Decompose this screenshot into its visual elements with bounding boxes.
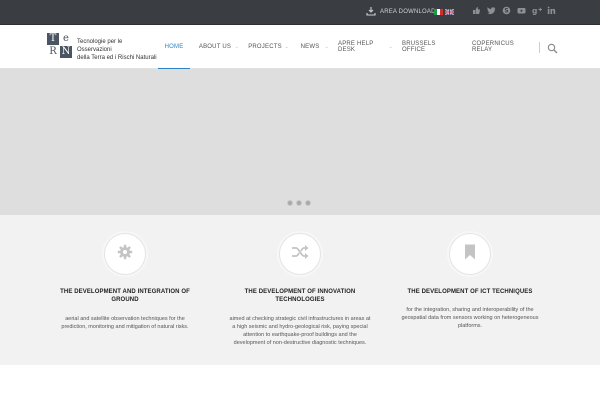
feature-title-line: TECHNOLOGIES bbox=[275, 297, 325, 303]
chevron-down-icon: ⌄ bbox=[284, 44, 289, 50]
feature-title-line: THE DEVELOPMENT OF ICT TECHNIQUES bbox=[407, 289, 533, 295]
feature-description: aerial and satellite observation techniq… bbox=[45, 315, 205, 331]
feature-title-line: THE DEVELOPMENT OF INNOVATION bbox=[244, 289, 356, 295]
language-switcher bbox=[434, 9, 454, 15]
nav-divider bbox=[539, 42, 540, 53]
area-download-label: AREA DOWNLOAD bbox=[380, 9, 436, 15]
nav-news[interactable]: NEWS ⌄ bbox=[290, 25, 330, 69]
nav-label: APRE HELP DESK bbox=[338, 41, 374, 53]
english-flag-icon[interactable] bbox=[445, 9, 454, 15]
slider-dot[interactable] bbox=[287, 200, 293, 206]
feature-desc-line: development of non-destructive diagnosti… bbox=[233, 340, 367, 346]
site-header: T e R N Tecnologie per le Osservazioni d… bbox=[0, 25, 600, 70]
feature-description: aimed at checking strategic civil infras… bbox=[220, 315, 380, 347]
feature-desc-line: a high seismic and hydro-geological risk… bbox=[232, 324, 368, 330]
nav-label: PROJECTS bbox=[248, 44, 282, 50]
bookmark-icon bbox=[464, 244, 476, 265]
feature-title: THE DEVELOPMENT OF INNOVATION TECHNOLOGI… bbox=[220, 288, 380, 304]
nav-projects[interactable]: PROJECTS ⌄ bbox=[240, 25, 290, 69]
download-icon bbox=[366, 3, 376, 21]
nav-home[interactable]: HOME bbox=[158, 25, 190, 70]
top-bar: AREA DOWNLOAD S g bbox=[0, 0, 600, 25]
slider-dot[interactable] bbox=[305, 200, 311, 206]
area-download-link[interactable]: AREA DOWNLOAD bbox=[366, 5, 436, 19]
nav-about-us[interactable]: ABOUT US ⌄ bbox=[190, 25, 240, 69]
feature-title: THE DEVELOPMENT AND INTEGRATION OF GROUN… bbox=[45, 288, 205, 304]
thumbs-up-icon[interactable] bbox=[472, 6, 481, 15]
gear-icon bbox=[117, 244, 133, 265]
nav-apre-help-desk[interactable]: APRE HELP DESK ⌄ bbox=[330, 25, 394, 69]
page-bottom bbox=[0, 365, 600, 400]
linkedin-icon[interactable] bbox=[547, 6, 556, 15]
twitter-icon[interactable] bbox=[487, 6, 496, 15]
tagline-line: Tecnologie per le Osservazioni bbox=[77, 39, 123, 53]
feature-desc-line: geospatial data from sensors working on … bbox=[401, 315, 539, 321]
hero-slider bbox=[0, 69, 600, 215]
search-icon[interactable] bbox=[547, 41, 558, 54]
nav-label: NEWS bbox=[300, 44, 320, 50]
feature-description: for the integration, sharing and interop… bbox=[390, 306, 550, 330]
feature-icon-circle bbox=[449, 233, 491, 275]
site-logo[interactable]: T e R N bbox=[47, 33, 73, 59]
logo-letter: e bbox=[60, 33, 72, 45]
slider-dot[interactable] bbox=[296, 200, 302, 206]
logo-letter: T bbox=[47, 33, 59, 45]
nav-label: HOME bbox=[164, 44, 184, 50]
feature-desc-line: aimed at checking strategic civil infras… bbox=[229, 316, 371, 322]
nav-label: ABOUT US bbox=[198, 44, 232, 50]
slider-pagination bbox=[287, 200, 311, 206]
nav-copernicus-relay[interactable]: COPERNICUS RELAY bbox=[464, 25, 536, 69]
svg-text:S: S bbox=[504, 8, 508, 15]
feature-desc-line: prediction, monitoring and mitigation of… bbox=[61, 324, 189, 330]
feature-icon-circle bbox=[279, 233, 321, 275]
italian-flag-icon[interactable] bbox=[434, 9, 443, 15]
nav-label: BRUSSELS OFFICE bbox=[402, 41, 436, 53]
feature-title-line: THE DEVELOPMENT AND INTEGRATION OF bbox=[60, 289, 190, 295]
main-nav: HOME ABOUT US ⌄ PROJECTS ⌄ NEWS ⌄ APRE H… bbox=[158, 25, 536, 70]
chevron-down-icon: ⌄ bbox=[234, 44, 239, 50]
chevron-down-icon: ⌄ bbox=[388, 44, 393, 50]
google-plus-icon[interactable]: g bbox=[532, 6, 542, 16]
feature-title-line: GROUND bbox=[111, 297, 139, 303]
feature-desc-line: platforms. bbox=[457, 323, 483, 329]
logo-letter: R bbox=[47, 46, 59, 58]
youtube-icon[interactable] bbox=[517, 6, 526, 15]
feature-desc-line: for the integration, sharing and interop… bbox=[406, 307, 534, 313]
shuffle-icon bbox=[291, 244, 309, 265]
site-tagline: Tecnologie per le Osservazioni della Ter… bbox=[77, 38, 157, 62]
skype-icon[interactable]: S bbox=[502, 6, 511, 15]
feature-desc-line: aerial and satellite observation techniq… bbox=[65, 316, 185, 322]
feature-title: THE DEVELOPMENT OF ICT TECHNIQUES bbox=[390, 288, 550, 296]
chevron-down-icon: ⌄ bbox=[324, 44, 329, 50]
nav-label: COPERNICUS RELAY bbox=[472, 41, 515, 53]
features-section: THE DEVELOPMENT AND INTEGRATION OF GROUN… bbox=[0, 215, 600, 365]
svg-text:g: g bbox=[532, 7, 537, 16]
logo-letter: N bbox=[60, 46, 72, 58]
feature-desc-line: attention to earthquake-proof buildings … bbox=[243, 332, 357, 338]
feature-icon-circle bbox=[104, 233, 146, 275]
social-links: S g bbox=[472, 6, 556, 16]
nav-brussels-office[interactable]: BRUSSELS OFFICE bbox=[394, 25, 464, 69]
tagline-line: della Terra ed i Rischi Naturali bbox=[77, 55, 157, 61]
